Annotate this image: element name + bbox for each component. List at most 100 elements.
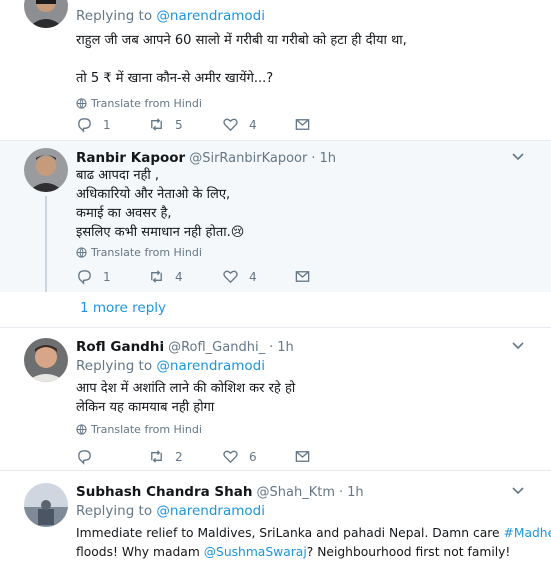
display-name[interactable]: Ranbir Kapoor <box>76 150 185 166</box>
replying-to: Replying to @narendramodi <box>76 503 537 522</box>
tweet-actions: 1 4 4 <box>76 268 336 288</box>
retweet-icon <box>151 118 162 131</box>
avatar[interactable] <box>24 0 68 28</box>
reply-icon <box>78 118 91 133</box>
message-button[interactable] <box>294 116 311 133</box>
tweet-line: लेकिन यह कामयाब नही होगा <box>76 400 215 415</box>
replying-handle-link[interactable]: @narendramodi <box>156 8 265 24</box>
separator-dot: · <box>338 484 344 500</box>
translate-link[interactable]: Translate from Hindi <box>76 244 537 260</box>
tweet-line-text: ? Neighbourhood first not family! <box>306 545 511 559</box>
reply-button[interactable] <box>76 448 103 465</box>
mention-link[interactable]: @SushmaSwaraj <box>204 545 307 559</box>
replying-prefix: Replying to <box>76 503 157 519</box>
translate-link[interactable]: Translate from Hindi <box>76 421 537 437</box>
tweet-header: Rofl Gandhi @Rofl_Gandhi_ · 1h <box>76 338 537 356</box>
tweet-line-text: floods! Why madam <box>76 545 204 559</box>
like-count: 4 <box>249 117 257 132</box>
tweet-line <box>76 50 537 69</box>
retweet-count: 4 <box>175 269 183 284</box>
like-icon <box>223 118 238 132</box>
tweet-line: आप देश में अशांति लाने की कोशिश कर रहे ह… <box>76 381 296 396</box>
reply-count: 1 <box>103 117 111 132</box>
crying-emoji: 😢 <box>230 225 245 240</box>
reply-icon <box>78 450 91 465</box>
avatar[interactable] <box>24 483 68 527</box>
timestamp[interactable]: 1h <box>277 340 294 355</box>
more-replies-link[interactable]: 1 more reply <box>80 300 166 316</box>
tweet-header: Subhash Chandra Shah @Shah_Ktm · 1h <box>76 483 537 501</box>
translate-label: Translate from Hindi <box>91 96 202 110</box>
like-button[interactable]: 6 <box>222 448 257 465</box>
retweet-icon <box>151 270 162 283</box>
user-handle[interactable]: @SirRanbirKapoor <box>189 151 307 166</box>
retweet-count: 5 <box>175 117 183 132</box>
tweet-line-text: Immediate relief to Maldives, SriLanka a… <box>76 526 504 540</box>
globe-icon <box>76 97 87 109</box>
avatar-image <box>24 338 68 382</box>
avatar[interactable] <box>24 148 68 192</box>
tweet-line: इसलिए कभी समाधान नही होता.😢 <box>76 223 537 242</box>
message-button[interactable] <box>294 268 311 285</box>
timestamp[interactable]: 1h <box>347 485 364 500</box>
like-count: 6 <box>249 449 257 464</box>
chevron-down-icon[interactable] <box>511 151 525 161</box>
reply-icon <box>78 270 91 285</box>
retweet-button[interactable]: 2 <box>148 448 183 465</box>
tweet-line-text: इसलिए कभी समाधान नही होता. <box>76 225 231 240</box>
message-icon <box>295 271 310 282</box>
tweet-actions: 1 5 4 <box>76 116 336 136</box>
avatar[interactable] <box>24 338 68 382</box>
retweet-button[interactable]: 4 <box>148 268 183 285</box>
tweet-4: Subhash Chandra Shah @Shah_Ktm · 1h Repl… <box>0 471 551 569</box>
tweet-text: बाढ आपदा नही , अधिकारियो और नेताओ के लिए… <box>76 166 537 242</box>
tweet-actions: 2 6 <box>76 448 336 468</box>
avatar-image <box>24 0 68 28</box>
message-button[interactable] <box>294 448 311 465</box>
tweet-text: आप देश में अशांति लाने की कोशिश कर रहे ह… <box>76 379 537 417</box>
tweet-line: floods! Why madam @SushmaSwaraj? Neighbo… <box>76 543 537 562</box>
avatar-image <box>24 148 68 192</box>
tweet-line: बाढ आपदा नही , <box>76 168 160 183</box>
retweet-button[interactable]: 5 <box>148 116 183 133</box>
separator-dot: · <box>311 150 316 166</box>
tweet-line: राहुल जी जब आपने 60 सालो में गरीबी या गर… <box>76 33 407 48</box>
translate-label: Translate from Hindi <box>91 422 202 436</box>
reply-button[interactable]: 1 <box>76 116 111 133</box>
tweet-line: Immediate relief to Maldives, SriLanka a… <box>76 524 551 543</box>
tweet-header: Ranbir Kapoor @SirRanbirKapoor · 1h <box>76 149 537 167</box>
like-button[interactable]: 4 <box>222 268 257 285</box>
replying-handle-link[interactable]: @narendramodi <box>156 503 265 519</box>
chevron-down-icon[interactable] <box>511 485 525 495</box>
hashtag-link[interactable]: #Madhesh <box>504 526 551 540</box>
globe-icon <box>76 423 87 435</box>
display-name[interactable]: Subhash Chandra Shah <box>76 484 253 500</box>
replying-prefix: Replying to <box>76 358 157 374</box>
user-handle[interactable]: @Rofl_Gandhi_ <box>168 340 265 355</box>
replying-handle-link[interactable]: @narendramodi <box>156 358 265 374</box>
reply-button[interactable]: 1 <box>76 268 111 285</box>
tweet-text: राहुल जी जब आपने 60 सालो में गरीबी या गर… <box>76 31 537 88</box>
display-name[interactable]: Rofl Gandhi <box>76 339 164 355</box>
retweet-count: 2 <box>175 449 183 464</box>
chevron-down-icon[interactable] <box>511 340 525 350</box>
timestamp[interactable]: 1h <box>320 151 337 166</box>
tweet-1: Replying to @narendramodi राहुल जी जब आप… <box>0 0 551 142</box>
like-icon <box>223 450 238 464</box>
translate-link[interactable]: Translate from Hindi <box>76 95 537 111</box>
replying-to: Replying to @narendramodi <box>76 358 537 377</box>
tweet-text: Immediate relief to Maldives, SriLanka a… <box>76 524 551 562</box>
replying-to: Replying to @narendramodi <box>76 8 537 27</box>
reply-count: 1 <box>103 269 111 284</box>
tweet-line: तो 5 ₹ में खाना कौन-से अमीर खायेंगे...? <box>76 71 274 86</box>
user-handle[interactable]: @Shah_Ktm <box>257 485 335 500</box>
like-count: 4 <box>249 269 257 284</box>
like-icon <box>223 270 238 284</box>
like-button[interactable]: 4 <box>222 116 257 133</box>
separator-dot: · <box>269 339 274 355</box>
globe-icon <box>76 246 87 258</box>
replying-prefix: Replying to <box>76 8 157 24</box>
message-icon <box>295 451 310 462</box>
message-icon <box>295 119 310 130</box>
translate-label: Translate from Hindi <box>91 245 202 259</box>
